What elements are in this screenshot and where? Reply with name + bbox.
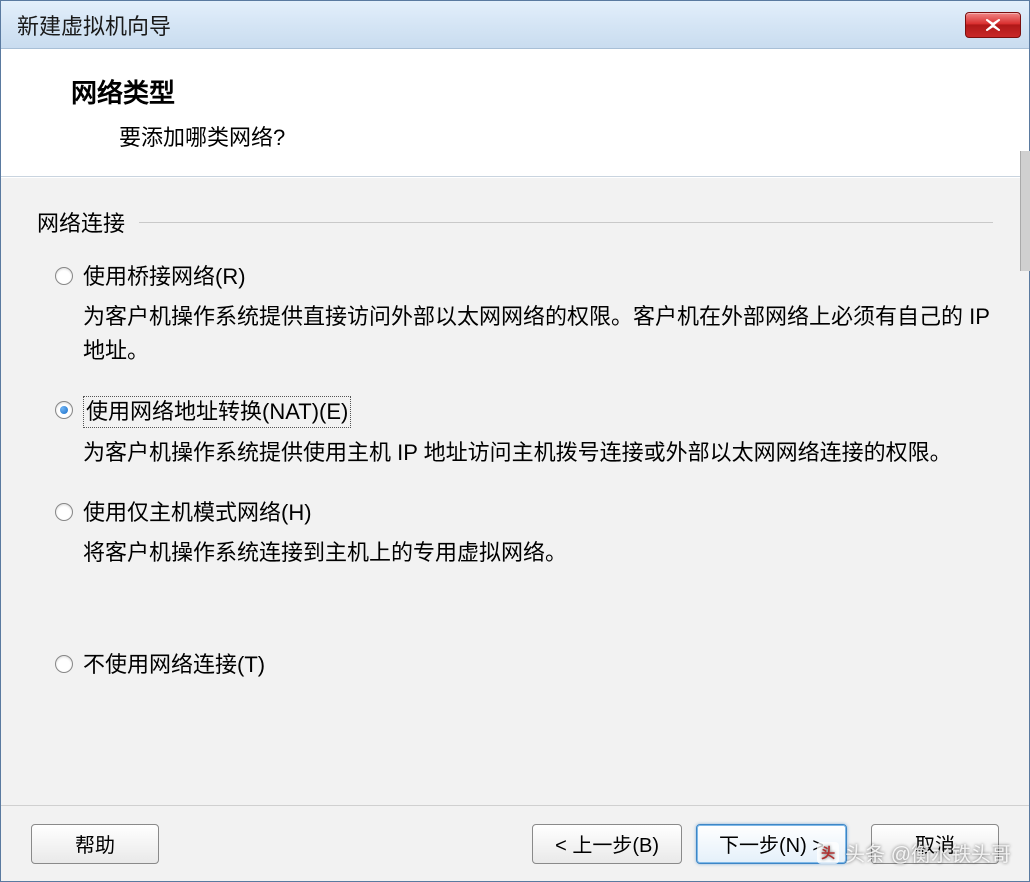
option-hostonly[interactable]: 使用仅主机模式网络(H) xyxy=(55,498,993,528)
option-hostonly-desc: 将客户机操作系统连接到主机上的专用虚拟网络。 xyxy=(55,534,993,570)
option-nat-desc: 为客户机操作系统提供使用主机 IP 地址访问主机拨号连接或外部以太网网络连接的权… xyxy=(55,434,993,470)
option-bridged-label: 使用桥接网络(R) xyxy=(83,262,246,292)
group-label: 网络连接 xyxy=(37,206,993,238)
titlebar: 新建虚拟机向导 xyxy=(1,1,1029,49)
options-list: 使用桥接网络(R) 为客户机操作系统提供直接访问外部以太网网络的权限。客户机在外… xyxy=(37,238,993,680)
content-area: 网络连接 使用桥接网络(R) 为客户机操作系统提供直接访问外部以太网网络的权限。… xyxy=(1,177,1029,805)
spacer xyxy=(55,598,993,650)
cancel-button[interactable]: 取消 xyxy=(871,824,999,864)
radio-hostonly[interactable] xyxy=(55,503,73,521)
close-button[interactable] xyxy=(965,12,1021,38)
option-nat[interactable]: 使用网络地址转换(NAT)(E) xyxy=(55,396,993,428)
radio-none[interactable] xyxy=(55,655,73,673)
radio-bridged[interactable] xyxy=(55,267,73,285)
help-button[interactable]: 帮助 xyxy=(31,824,159,864)
close-icon xyxy=(984,19,1002,31)
next-button[interactable]: 下一步(N) > xyxy=(696,824,847,864)
window-title: 新建虚拟机向导 xyxy=(17,9,171,41)
edge-decoration xyxy=(1020,151,1030,271)
header-panel: 网络类型 要添加哪类网络? xyxy=(1,49,1029,177)
option-hostonly-label: 使用仅主机模式网络(H) xyxy=(83,498,312,528)
page-title: 网络类型 xyxy=(71,73,989,110)
radio-nat[interactable] xyxy=(55,401,73,419)
option-none[interactable]: 不使用网络连接(T) xyxy=(55,650,993,680)
back-button[interactable]: < 上一步(B) xyxy=(532,824,682,864)
option-bridged[interactable]: 使用桥接网络(R) xyxy=(55,262,993,292)
page-subtitle: 要添加哪类网络? xyxy=(71,120,989,152)
option-none-label: 不使用网络连接(T) xyxy=(83,650,265,680)
button-bar: 帮助 < 上一步(B) 下一步(N) > 取消 xyxy=(1,805,1029,881)
option-nat-label: 使用网络地址转换(NAT)(E) xyxy=(83,396,351,428)
group-label-text: 网络连接 xyxy=(37,206,125,238)
wizard-window: 新建虚拟机向导 网络类型 要添加哪类网络? 网络连接 使用桥接网络(R) 为客户… xyxy=(0,0,1030,882)
option-bridged-desc: 为客户机操作系统提供直接访问外部以太网网络的权限。客户机在外部网络上必须有自己的… xyxy=(55,298,993,368)
